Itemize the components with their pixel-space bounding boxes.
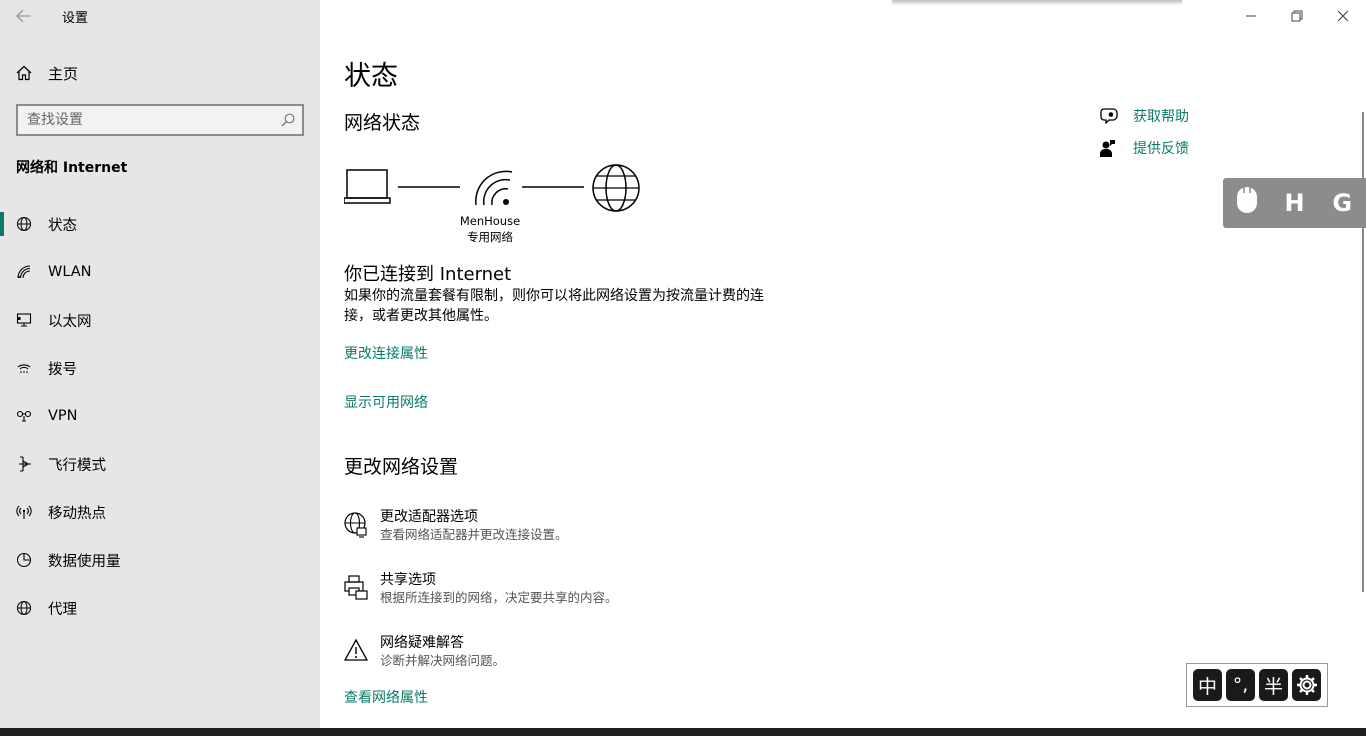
connected-title: 你已连接到 Internet xyxy=(344,264,512,285)
page-title: 状态 xyxy=(344,61,398,92)
option-desc: 根据所连接到的网络，决定要共享的内容。 xyxy=(380,590,618,605)
home-icon xyxy=(0,65,48,81)
get-help-label: 获取帮助 xyxy=(1133,109,1189,125)
troubleshoot-item[interactable]: 网络疑难解答 诊断并解决网络问题。 xyxy=(344,634,505,670)
sidebar-item-data-usage[interactable]: 数据使用量 xyxy=(0,536,320,584)
minimize-icon xyxy=(1246,15,1256,17)
close-icon xyxy=(1337,10,1349,22)
airplane-icon xyxy=(0,456,48,472)
mouse-icon[interactable] xyxy=(1223,186,1271,220)
change-connection-properties-link[interactable]: 更改连接属性 xyxy=(344,343,428,363)
laptop-icon xyxy=(344,169,391,204)
feedback-label: 提供反馈 xyxy=(1133,141,1189,157)
toolbar-g-button[interactable]: G xyxy=(1318,189,1366,217)
ime-mode-button[interactable]: 中 xyxy=(1193,669,1222,701)
network-name: MenHouse xyxy=(459,214,521,228)
sidebar-item-label: 数据使用量 xyxy=(48,553,121,570)
sidebar-item-label: 拨号 xyxy=(48,361,77,378)
sidebar-item-label: 以太网 xyxy=(48,313,92,330)
ethernet-icon xyxy=(0,312,48,328)
get-help-link[interactable]: 获取帮助 xyxy=(1100,100,1189,132)
sidebar-item-airplane[interactable]: 飞行模式 xyxy=(0,440,320,488)
internet-globe-icon xyxy=(592,164,640,212)
sharing-printer-icon xyxy=(344,571,380,607)
restore-icon xyxy=(1291,10,1303,22)
option-title: 网络疑难解答 xyxy=(380,635,464,651)
app-title: 设置 xyxy=(62,10,89,26)
toolbar-h-button[interactable]: H xyxy=(1271,189,1319,217)
sidebar-item-dialup[interactable]: 拨号 xyxy=(0,344,320,392)
ime-punct-button[interactable]: °, xyxy=(1226,669,1255,701)
sidebar-item-vpn[interactable]: VPN xyxy=(0,392,320,440)
wifi-router-icon xyxy=(475,170,513,206)
dialup-icon xyxy=(0,360,48,376)
feedback-person-icon xyxy=(1100,139,1133,157)
show-available-networks-link[interactable]: 显示可用网络 xyxy=(344,392,428,412)
search-box[interactable] xyxy=(16,104,304,136)
minimize-button[interactable] xyxy=(1228,0,1274,32)
connected-description: 如果你的流量套餐有限制，则你可以将此网络设置为按流量计费的连接，或者更改其他属性… xyxy=(344,288,764,324)
sidebar-item-label: VPN xyxy=(48,408,78,424)
sidebar-item-status[interactable]: 状态 xyxy=(0,200,320,248)
option-desc: 诊断并解决网络问题。 xyxy=(380,653,506,668)
wifi-icon xyxy=(0,264,48,280)
back-arrow-icon xyxy=(16,9,31,23)
view-network-properties-link[interactable]: 查看网络属性 xyxy=(344,687,428,707)
adapter-globe-icon xyxy=(344,508,380,544)
taskbar xyxy=(0,728,1366,736)
option-title: 更改适配器选项 xyxy=(380,509,478,525)
sidebar-item-ethernet[interactable]: 以太网 xyxy=(0,296,320,344)
ime-toolbar: 中 °, 半 xyxy=(1186,663,1328,707)
sidebar-nav: 状态 WLAN 以太网 拨号 VPN 飞行模式 移动热点 数据使用量 代理 xyxy=(0,200,320,632)
network-type: 专用网络 xyxy=(467,230,513,244)
proxy-globe-icon xyxy=(0,600,48,616)
ime-settings-button[interactable] xyxy=(1292,669,1321,701)
section-title: 网络和 Internet xyxy=(16,160,128,176)
data-usage-icon xyxy=(0,552,48,568)
home-nav-item[interactable]: 主页 xyxy=(0,56,320,90)
sidebar-item-label: 飞行模式 xyxy=(48,457,106,474)
sidebar-item-label: 移动热点 xyxy=(48,505,106,522)
globe-status-icon xyxy=(0,216,48,232)
option-title: 共享选项 xyxy=(380,572,436,588)
network-status-title: 网络状态 xyxy=(344,112,421,134)
sidebar-item-wlan[interactable]: WLAN xyxy=(0,248,320,296)
network-label: MenHouse 专用网络 xyxy=(450,213,530,245)
floating-toolbar: H G xyxy=(1223,178,1366,228)
close-button[interactable] xyxy=(1320,0,1366,32)
sidebar-item-proxy[interactable]: 代理 xyxy=(0,584,320,632)
sharing-options-item[interactable]: 共享选项 根据所连接到的网络，决定要共享的内容。 xyxy=(344,571,618,607)
search-input[interactable] xyxy=(18,112,274,128)
sidebar-item-label: 代理 xyxy=(48,601,77,618)
search-icon[interactable] xyxy=(274,113,302,127)
sidebar: 设置 主页 网络和 Internet 状态 WLAN xyxy=(0,0,320,728)
hotspot-icon xyxy=(0,504,48,520)
warning-triangle-icon xyxy=(344,634,380,670)
ime-width-button[interactable]: 半 xyxy=(1259,669,1288,701)
title-bar: 设置 xyxy=(0,0,320,32)
vpn-icon xyxy=(0,408,48,424)
back-button[interactable] xyxy=(0,0,48,32)
restore-button[interactable] xyxy=(1274,0,1320,32)
popup-edge xyxy=(892,0,1182,2)
home-label: 主页 xyxy=(48,64,79,83)
gear-icon xyxy=(1296,675,1317,695)
feedback-link[interactable]: 提供反馈 xyxy=(1100,132,1189,164)
sidebar-item-label: WLAN xyxy=(48,264,92,280)
help-panel: 获取帮助 提供反馈 xyxy=(1100,100,1189,164)
sidebar-item-label: 状态 xyxy=(48,217,77,234)
option-desc: 查看网络适配器并更改连接设置。 xyxy=(380,527,568,542)
adapter-options-item[interactable]: 更改适配器选项 查看网络适配器并更改连接设置。 xyxy=(344,508,568,544)
sidebar-item-hotspot[interactable]: 移动热点 xyxy=(0,488,320,536)
chat-help-icon xyxy=(1100,108,1133,124)
window-controls xyxy=(1228,0,1366,32)
main-content: 状态 网络状态 MenHouse 专用网络 你已连接到 Internet 如果你… xyxy=(320,0,1366,728)
change-settings-title: 更改网络设置 xyxy=(344,456,459,478)
